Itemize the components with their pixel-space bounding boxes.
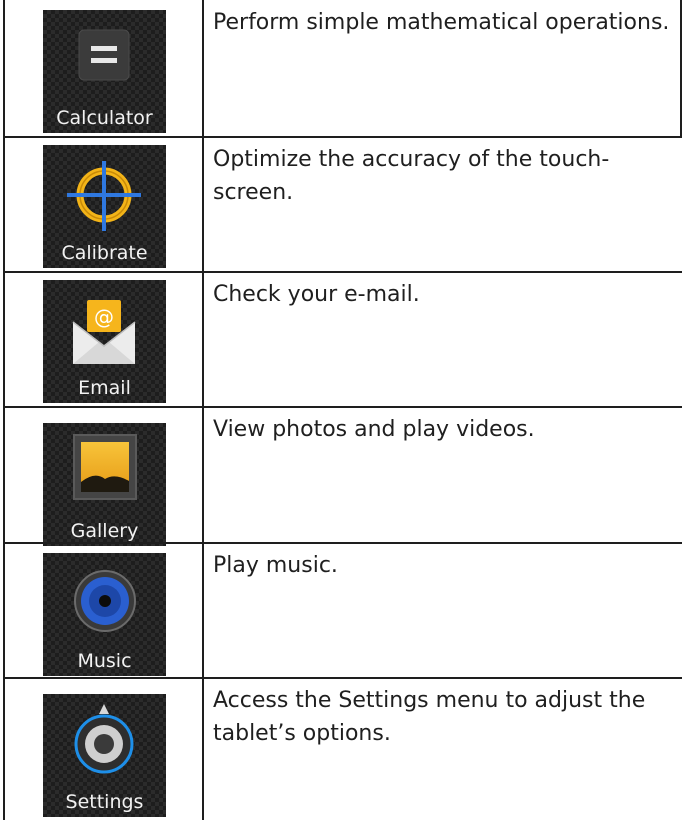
row-divider: [3, 271, 682, 273]
settings-tile: Settings: [43, 694, 166, 817]
app-table: Calculator Perform simple mathematical o…: [3, 0, 682, 820]
row-divider: [3, 677, 682, 679]
gallery-photo-icon: [73, 434, 137, 500]
row-divider: [3, 542, 682, 544]
table-row: Calibrate Optimize the accuracy of the t…: [3, 137, 682, 272]
email-tile: @ Email: [43, 280, 166, 403]
app-description: Perform simple mathematical operations.: [213, 10, 670, 35]
app-description: View photos and play videos.: [213, 417, 535, 442]
table-row: Settings Access the Settings menu to adj…: [3, 678, 682, 820]
app-label: Settings: [65, 791, 144, 813]
svg-text:@: @: [94, 305, 114, 329]
email-envelope-icon: @: [72, 300, 136, 364]
table-row: Calculator Perform simple mathematical o…: [3, 0, 682, 137]
app-label: Music: [77, 650, 132, 672]
app-label: Email: [78, 377, 131, 399]
app-description: Check your e-mail.: [213, 282, 420, 307]
table-row: Gallery View photos and play videos.: [3, 407, 682, 546]
calibrate-crosshair-icon: [67, 161, 141, 231]
calculator-tile: Calculator: [43, 10, 166, 133]
music-speaker-icon: [74, 570, 136, 632]
app-description: Access the Settings menu to adjust the t…: [213, 688, 646, 746]
row-divider: [3, 406, 682, 408]
gallery-tile: Gallery: [43, 423, 166, 546]
table-border-left: [3, 0, 5, 820]
table-row: @ Email Check your e-mail.: [3, 272, 682, 407]
settings-knob-icon: [74, 704, 134, 774]
music-tile: Music: [43, 553, 166, 676]
table-column-divider: [202, 0, 204, 820]
calculator-icon: [78, 29, 130, 81]
table-row: Music Play music.: [3, 543, 682, 678]
app-label: Calculator: [56, 107, 153, 129]
app-label: Gallery: [70, 520, 139, 542]
app-description: Play music.: [213, 553, 338, 578]
calibrate-tile: Calibrate: [43, 145, 166, 268]
row-divider: [3, 136, 682, 138]
app-label: Calibrate: [61, 242, 148, 264]
app-description: Optimize the accuracy of the touch-scree…: [213, 147, 610, 205]
